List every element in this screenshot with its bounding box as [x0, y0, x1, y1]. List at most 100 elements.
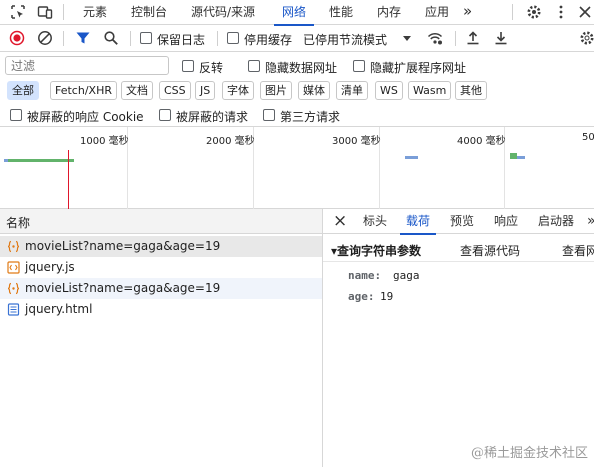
tab-network[interactable]: 网络 — [273, 0, 315, 26]
request-name: jquery.html — [25, 302, 93, 316]
import-har-icon[interactable] — [465, 30, 481, 46]
divider — [217, 31, 218, 46]
preserve-log-checkbox[interactable] — [140, 32, 152, 44]
close-detail-button[interactable]: × — [333, 209, 347, 234]
tab-performance[interactable]: 性能 — [327, 0, 355, 25]
network-conditions-wifi-icon[interactable] — [427, 30, 443, 46]
blocked-requests-label: 被屏蔽的请求 — [176, 110, 249, 124]
timeline-bar-request — [517, 156, 525, 159]
watermark: @稀土掘金技术社区 — [470, 446, 588, 461]
close-devtools-icon[interactable] — [577, 4, 593, 20]
resource-type-filters: 全部 Fetch/XHR 文档 CSS JS 字体 图片 媒体 清单 WS Wa… — [0, 79, 594, 103]
disable-cache-checkbox[interactable] — [227, 32, 239, 44]
request-name: movieList?name=gaga&age=19 — [25, 239, 221, 253]
type-chip-document[interactable]: 文档 — [121, 81, 153, 100]
tab-response[interactable]: 响应 — [494, 209, 518, 234]
param-value: 19 — [380, 290, 394, 303]
view-source-link[interactable]: 查看源代码 — [460, 242, 520, 259]
filter-icon[interactable] — [75, 30, 91, 46]
document-file-icon — [7, 303, 20, 316]
type-chip-font[interactable]: 字体 — [222, 81, 254, 100]
request-list: 名称 movieList?name=gaga&age=19 jquery.js … — [0, 209, 322, 467]
tab-console[interactable]: 控制台 — [129, 0, 169, 25]
type-chip-media[interactable]: 媒体 — [298, 81, 330, 100]
xhr-braces-icon — [7, 282, 20, 295]
type-chip-ws[interactable]: WS — [375, 81, 403, 100]
blocked-cookies-checkbox[interactable] — [10, 109, 22, 121]
timeline-bar-waiting — [4, 159, 74, 162]
device-toolbar-icon[interactable] — [37, 4, 53, 20]
tab-preview[interactable]: 预览 — [450, 209, 474, 234]
blocked-requests-checkbox[interactable] — [159, 109, 171, 121]
preserve-log-label: 保留日志 — [157, 33, 206, 47]
export-har-icon[interactable] — [493, 30, 509, 46]
request-detail-panel: × 标头 载荷 预览 响应 启动器 » ▾查询字符串参数 查看源代码 查看网 n… — [323, 209, 594, 467]
filter-bar: 反转 隐藏数据网址 隐藏扩展程序网址 — [0, 52, 594, 79]
stop-recording-icon[interactable] — [9, 30, 25, 46]
timeline-label-5000: 50 — [582, 132, 594, 143]
timeline-label-4000: 4000 毫秒 — [457, 136, 506, 147]
load-event-marker — [68, 150, 69, 209]
type-chip-manifest[interactable]: 清单 — [336, 81, 368, 100]
xhr-braces-icon — [7, 240, 20, 253]
detail-tab-bar: × 标头 载荷 预览 响应 启动器 » — [323, 209, 594, 235]
more-detail-tabs-button[interactable]: » — [587, 209, 594, 234]
type-chip-all[interactable]: 全部 — [7, 81, 39, 100]
type-chip-other[interactable]: 其他 — [455, 81, 487, 100]
inspect-element-icon[interactable] — [10, 4, 26, 20]
name-column-header[interactable]: 名称 — [0, 209, 322, 234]
divider — [130, 31, 131, 46]
tab-application[interactable]: 应用 — [423, 0, 451, 25]
request-row[interactable]: jquery.js — [0, 257, 322, 278]
timeline-label-3000: 3000 毫秒 — [332, 136, 381, 147]
param-key: age: — [348, 290, 375, 303]
query-string-section-header: ▾查询字符串参数 查看源代码 查看网 — [323, 234, 594, 262]
type-chip-js[interactable]: JS — [195, 81, 216, 100]
request-row[interactable]: jquery.html — [0, 299, 322, 320]
disable-cache-label: 停用缓存 — [244, 33, 293, 47]
blocked-filters: 被屏蔽的响应 Cookie 被屏蔽的请求 第三方请求 — [0, 103, 594, 127]
request-row[interactable]: movieList?name=gaga&age=19 — [0, 278, 322, 299]
view-url-encoded-link[interactable]: 查看网 — [562, 242, 594, 259]
throttling-select[interactable]: 已停用节流模式 — [303, 31, 387, 48]
divider — [512, 4, 513, 20]
timeline-bar-request — [510, 153, 517, 159]
script-file-icon — [7, 261, 20, 274]
tab-payload[interactable]: 载荷 — [399, 209, 437, 235]
tab-sources[interactable]: 源代码/来源 — [189, 0, 257, 25]
hide-extension-urls-checkbox[interactable] — [353, 60, 365, 72]
search-icon[interactable] — [103, 30, 119, 46]
hide-data-urls-label: 隐藏数据网址 — [265, 61, 338, 75]
third-party-checkbox[interactable] — [263, 109, 275, 121]
tab-initiator[interactable]: 启动器 — [538, 209, 574, 234]
clear-icon[interactable] — [37, 30, 53, 46]
divider — [455, 31, 456, 46]
timeline-label-2000: 2000 毫秒 — [206, 136, 255, 147]
chevron-down-icon[interactable] — [401, 32, 413, 44]
request-row[interactable]: movieList?name=gaga&age=19 — [0, 236, 322, 257]
request-name: movieList?name=gaga&age=19 — [25, 281, 221, 295]
tab-headers[interactable]: 标头 — [363, 209, 387, 234]
tab-elements[interactable]: 元素 — [81, 0, 109, 25]
filter-input[interactable] — [5, 56, 169, 75]
type-chip-fetch-xhr[interactable]: Fetch/XHR — [50, 81, 117, 100]
type-chip-wasm[interactable]: Wasm — [408, 81, 452, 100]
hide-data-urls-checkbox[interactable] — [248, 60, 260, 72]
network-overview-timeline[interactable]: 1000 毫秒 2000 毫秒 3000 毫秒 4000 毫秒 50 — [0, 127, 594, 209]
tab-memory[interactable]: 内存 — [375, 0, 403, 25]
invert-label: 反转 — [199, 61, 224, 75]
invert-checkbox[interactable] — [182, 60, 194, 72]
hide-extension-urls-label: 隐藏扩展程序网址 — [370, 61, 467, 75]
timeline-label-1000: 1000 毫秒 — [80, 136, 129, 147]
more-tabs-button[interactable]: » — [461, 0, 474, 25]
devtools-tab-bar: 元素 控制台 源代码/来源 网络 性能 内存 应用 » — [0, 0, 594, 26]
query-string-title[interactable]: ▾查询字符串参数 — [331, 242, 421, 259]
network-settings-gear-icon[interactable] — [579, 30, 594, 46]
settings-gear-icon[interactable] — [526, 4, 542, 20]
divider — [63, 31, 64, 46]
type-chip-image[interactable]: 图片 — [260, 81, 292, 100]
param-key: name: — [348, 269, 382, 282]
kebab-menu-icon[interactable] — [553, 4, 569, 20]
type-chip-css[interactable]: CSS — [159, 81, 191, 100]
timeline-bar-request — [405, 156, 418, 159]
